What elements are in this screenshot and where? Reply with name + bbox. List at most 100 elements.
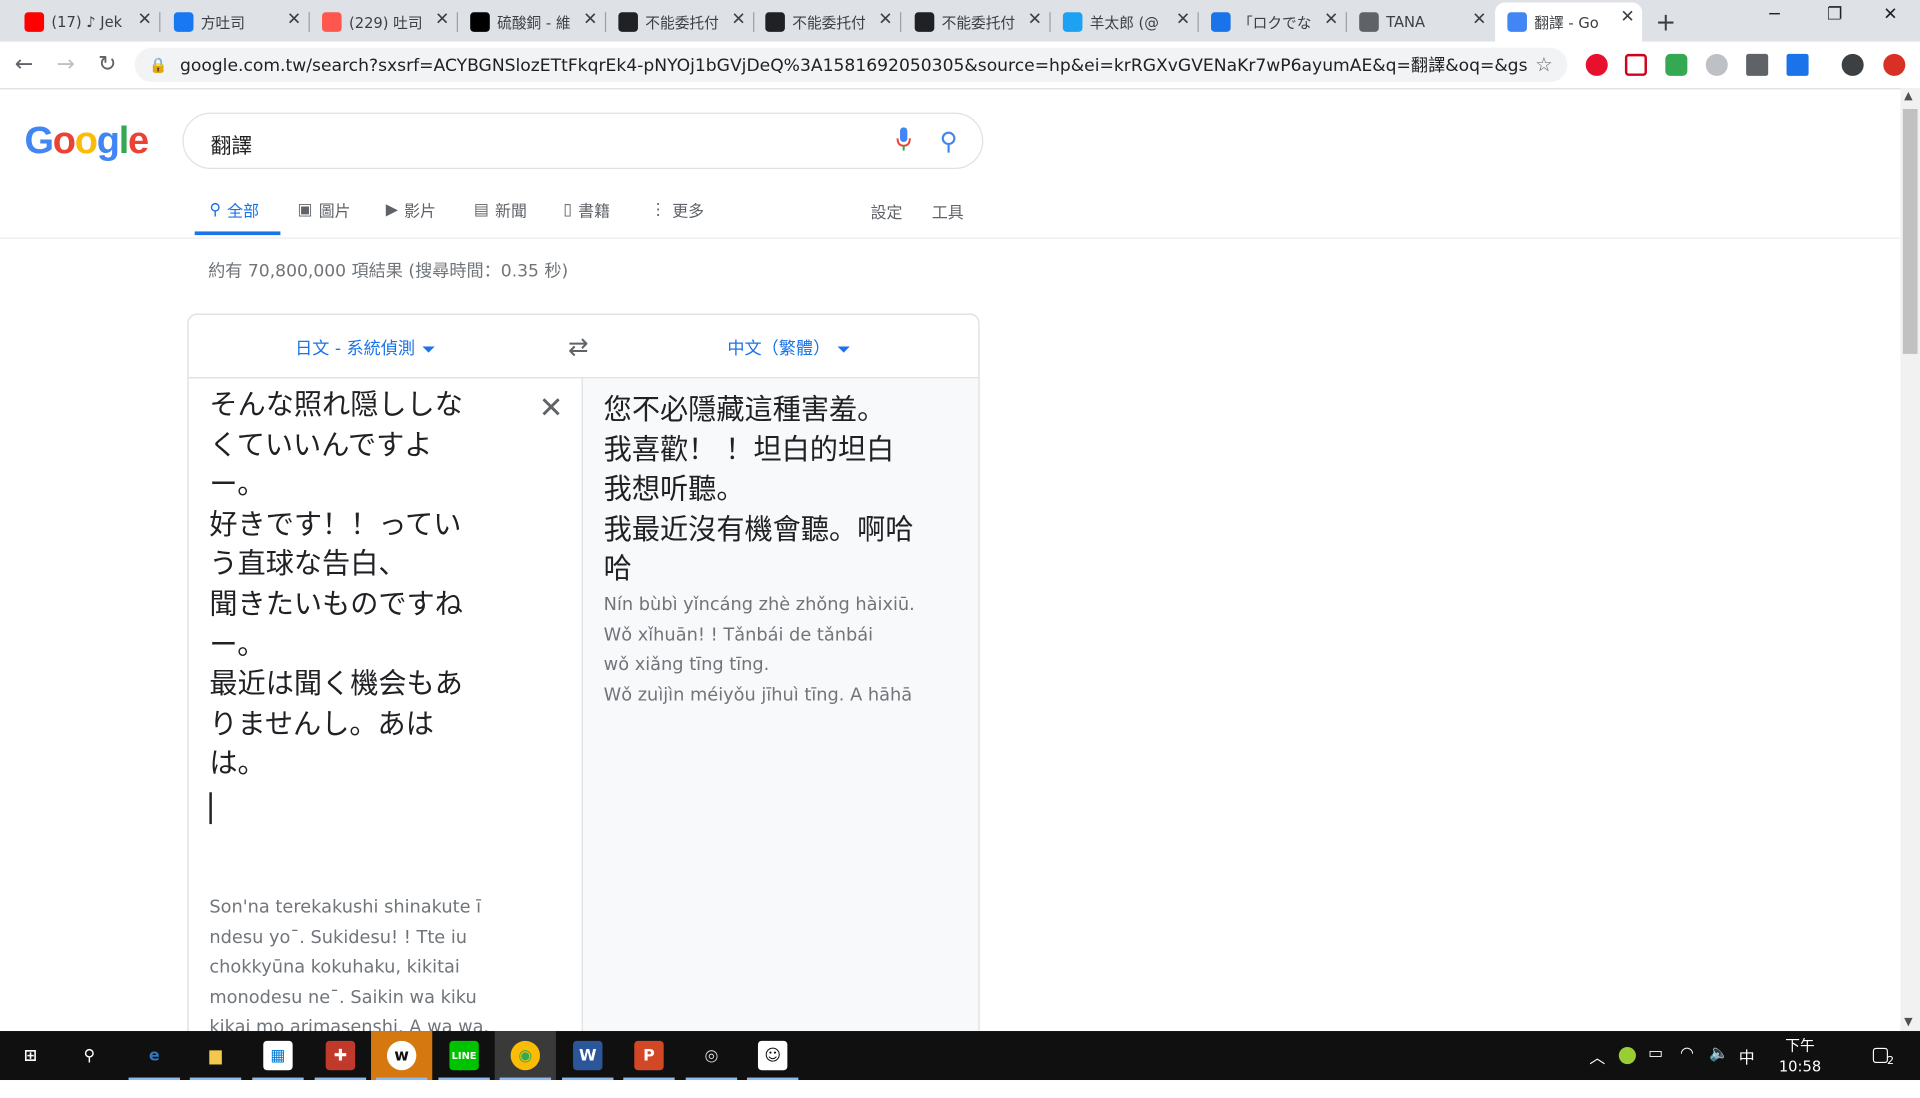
taskbar-app[interactable]: ⚲: [59, 1031, 120, 1080]
taskbar-app[interactable]: ◉: [494, 1031, 556, 1081]
translate-card: 日文 - 系統偵測 ⇄ 中文（繁體） そんな照れ隠ししな くていいんですよ ー。 好き…: [187, 313, 980, 1051]
browser-tab[interactable]: 「ロクでな ✕: [1199, 5, 1347, 39]
target-language-select[interactable]: 中文（繁體）: [727, 336, 850, 360]
romanization-line: Wǒ xǐhuān! ! Tǎnbái de tǎnbái: [603, 625, 874, 645]
browser-tab[interactable]: (17) ♪ Jek ✕: [12, 5, 161, 39]
romanization-line: Nín bùbì yǐncáng zhè zhǒng hàixiū.: [603, 595, 915, 615]
browser-tab[interactable]: 方吐司 ✕: [162, 5, 310, 39]
forward-icon[interactable]: →: [56, 51, 74, 77]
browser-tab[interactable]: 不能委托付 ✕: [753, 5, 902, 39]
url-text[interactable]: google.com.tw/search?sxsrf=ACYBGNSlozETt…: [180, 53, 1527, 77]
tab-label: 更多: [672, 203, 705, 222]
back-icon[interactable]: ←: [15, 51, 33, 77]
plurk-icon: [322, 12, 342, 32]
taskbar-clock[interactable]: 下午 10:58 2020/2/14: [1763, 1036, 1839, 1098]
reload-icon[interactable]: ↻: [98, 51, 116, 77]
search-input[interactable]: 翻譯: [211, 129, 253, 159]
pocket-extension-icon[interactable]: [1624, 53, 1647, 76]
tab-title: (229) 吐司: [348, 14, 423, 32]
browser-tab[interactable]: 不能委托付 ✕: [606, 5, 755, 39]
tab-news[interactable]: ▤ 新聞: [474, 198, 527, 222]
volume-icon[interactable]: 🔈: [1709, 1044, 1729, 1062]
profile-avatar[interactable]: [1841, 53, 1864, 76]
taskbar-app[interactable]: ⊞: [0, 1031, 61, 1080]
maximize-icon[interactable]: ❐: [1827, 5, 1842, 25]
tab-more[interactable]: ⋮ 更多: [650, 198, 705, 222]
source-text[interactable]: そんな照れ隠ししな くていいんですよ ー。 好きです！！ってい う直球な告白、 聞きたいも…: [209, 386, 491, 785]
minimize-icon[interactable]: ─: [1769, 5, 1779, 25]
page-scrollbar[interactable]: ▲ ▼: [1900, 88, 1920, 1032]
taskbar-app[interactable]: e: [124, 1031, 185, 1081]
taskbar-app[interactable]: ▦: [247, 1031, 308, 1081]
tools-link[interactable]: 工具: [932, 200, 964, 222]
taskbar-app[interactable]: ◎: [681, 1031, 742, 1081]
close-tab-icon[interactable]: ✕: [878, 10, 892, 30]
source-line: くていいんですよ: [209, 429, 433, 462]
taskbar-app[interactable]: ▆: [185, 1031, 246, 1081]
clock-date: 2020/2/14: [1763, 1078, 1839, 1096]
close-tab-icon[interactable]: ✕: [583, 10, 597, 30]
result-stats: 約有 70,800,000 項結果 (搜尋時間：0.35 秒): [208, 262, 569, 282]
new-tab-button[interactable]: +: [1656, 7, 1677, 36]
browser-tab[interactable]: TANA ✕: [1347, 5, 1494, 39]
update-icon[interactable]: [1883, 53, 1906, 76]
shield-extension-icon[interactable]: [1665, 53, 1688, 76]
source-text-area[interactable]: そんな照れ隠ししな くていいんですよ ー。 好きです！！ってい う直球な告白、 聞きたいも…: [189, 378, 583, 1050]
bookmark-star-icon[interactable]: ☆: [1535, 53, 1553, 76]
close-tab-icon[interactable]: ✕: [1472, 10, 1486, 30]
taskbar-app[interactable]: W: [557, 1031, 618, 1081]
scroll-up-icon[interactable]: ▲: [1904, 91, 1912, 103]
close-tab-icon[interactable]: ✕: [1620, 7, 1634, 27]
search-box[interactable]: 翻譯 ⚲: [182, 112, 984, 169]
tab-separator: [159, 12, 161, 32]
taskbar-app[interactable]: LINE: [433, 1031, 494, 1081]
browser-tab[interactable]: 不能委托付 ✕: [902, 5, 1051, 39]
close-tab-icon[interactable]: ✕: [1176, 10, 1190, 30]
close-tab-icon[interactable]: ✕: [731, 10, 745, 30]
scrollbar-thumb[interactable]: [1902, 108, 1918, 354]
google-logo[interactable]: Google: [24, 119, 149, 163]
source-line: りませんし。あは: [209, 708, 434, 741]
browser-tab[interactable]: 翻譯 - Go ✕: [1495, 2, 1643, 42]
search-icon[interactable]: ⚲: [940, 126, 958, 155]
ime-indicator[interactable]: 中: [1739, 1044, 1755, 1067]
show-hidden-icons[interactable]: ︿: [1589, 1044, 1605, 1067]
source-language-select[interactable]: 日文 - 系統偵測: [295, 336, 435, 360]
app-w-icon: w: [386, 1040, 417, 1071]
wifi-icon[interactable]: ◠: [1680, 1044, 1694, 1062]
taskbar-app[interactable]: w: [371, 1031, 433, 1081]
close-tab-icon[interactable]: ✕: [1028, 10, 1042, 30]
browser-tab[interactable]: (229) 吐司 ✕: [310, 5, 458, 39]
sync-extension-icon[interactable]: [1786, 53, 1809, 76]
tray-app-icon[interactable]: [1618, 1046, 1636, 1065]
tab-video[interactable]: ▶ 影片: [386, 198, 436, 222]
windows-start-icon: ⊞: [15, 1040, 46, 1071]
microphone-icon[interactable]: [896, 127, 911, 151]
tab-book[interactable]: ▯ 書籍: [563, 198, 610, 222]
taskbar-app[interactable]: P: [618, 1031, 679, 1081]
tab-image[interactable]: ▣ 圖片: [298, 198, 351, 222]
browser-tab[interactable]: 硫酸銅 - 維 ✕: [458, 5, 607, 39]
tab-search[interactable]: ⚲ 全部: [209, 198, 259, 222]
clear-text-icon[interactable]: ✕: [539, 391, 564, 425]
opera-extension-icon[interactable]: [1585, 53, 1608, 76]
browser-tab-strip: (17) ♪ Jek ✕ 方吐司 ✕ (229) 吐司 ✕ 硫酸銅 - 維 ✕ 不能委托付 ✕ 不能…: [0, 0, 1920, 42]
tab-label: 新聞: [495, 203, 527, 222]
address-bar[interactable]: 🔒 google.com.tw/search?sxsrf=ACYBGNSlozE…: [134, 47, 1568, 83]
facebook-extension-icon[interactable]: [1746, 53, 1769, 76]
swap-languages-icon[interactable]: ⇄: [568, 332, 589, 361]
close-tab-icon[interactable]: ✕: [435, 10, 449, 30]
close-window-icon[interactable]: ✕: [1883, 5, 1897, 25]
target-language-label: 中文（繁體）: [727, 339, 831, 359]
close-tab-icon[interactable]: ✕: [1324, 10, 1338, 30]
taskbar-app[interactable]: ✚: [310, 1031, 371, 1081]
close-tab-icon[interactable]: ✕: [137, 10, 151, 30]
scroll-down-icon[interactable]: ▼: [1904, 1016, 1912, 1028]
target-romanization: Nín bùbì yǐncáng zhè zhǒng hàixiū. Wǒ xǐh…: [604, 590, 915, 710]
settings-link[interactable]: 設定: [871, 200, 903, 222]
battery-icon[interactable]: ▭: [1648, 1044, 1663, 1062]
chat-extension-icon[interactable]: [1705, 53, 1728, 76]
taskbar-app[interactable]: ☺: [742, 1031, 803, 1081]
close-tab-icon[interactable]: ✕: [287, 10, 301, 30]
browser-tab[interactable]: 羊太郎 (@ ✕: [1051, 5, 1199, 39]
